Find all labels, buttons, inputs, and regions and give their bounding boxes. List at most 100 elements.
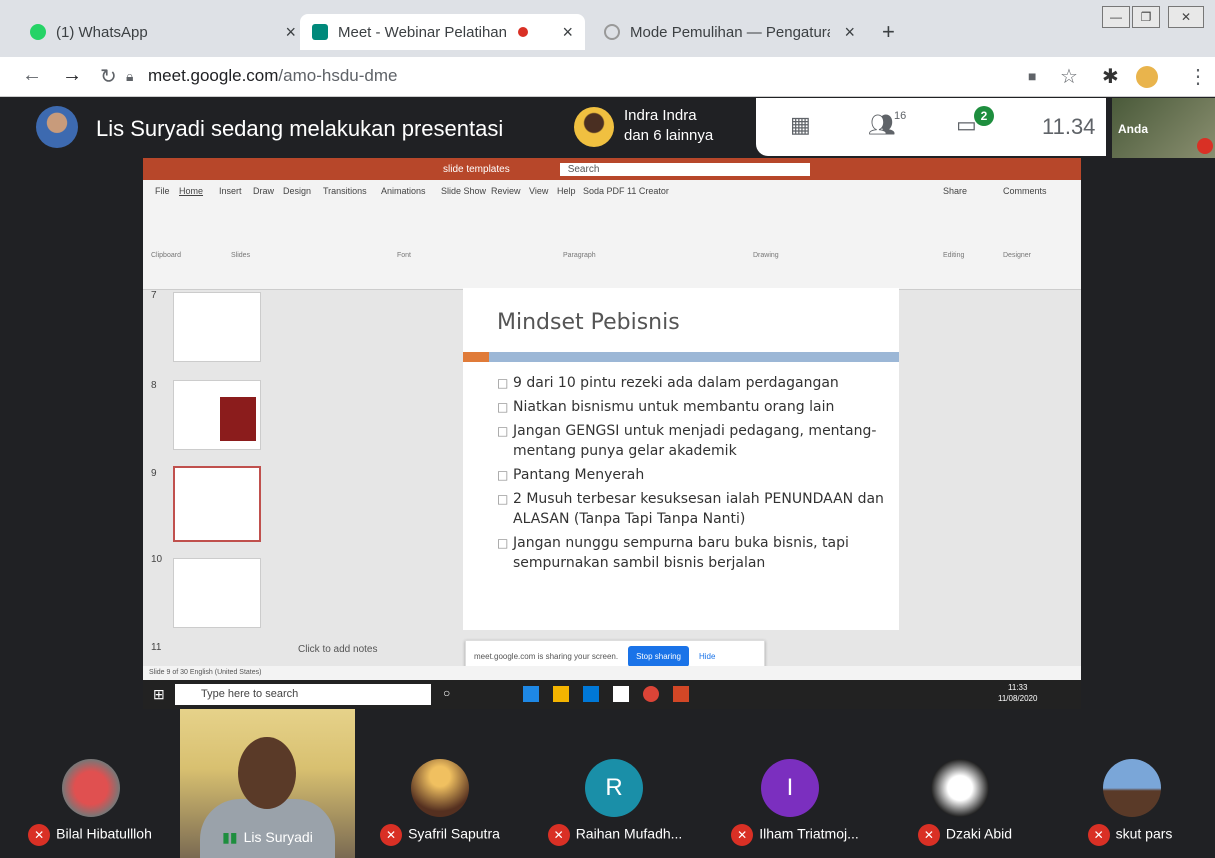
participant-label: ✕ skut pars bbox=[1045, 824, 1215, 846]
clock: 11.34 bbox=[1042, 114, 1096, 139]
slide-canvas[interactable]: Mindset Pebisnis 9 dari 10 pintu rezeki … bbox=[463, 288, 899, 630]
search-box[interactable]: Search bbox=[559, 162, 810, 176]
taskbar-search[interactable]: Type here to search bbox=[175, 684, 431, 705]
participant-count: 16 bbox=[894, 110, 907, 122]
ribbon-tab-file[interactable]: File bbox=[155, 186, 170, 196]
restore-button[interactable]: ❐ bbox=[1132, 6, 1160, 28]
tab-title: Meet - Webinar Pelatihan Pe bbox=[338, 23, 508, 41]
participant-tile-speaking[interactable]: ▮▮ Lis Suryadi bbox=[180, 709, 355, 858]
store-icon[interactable] bbox=[613, 686, 629, 702]
video-person bbox=[238, 737, 296, 809]
taskbar-clock: 11:33 11/08/2020 bbox=[998, 682, 1037, 704]
avatar bbox=[1103, 759, 1161, 817]
tab-meet[interactable]: Meet - Webinar Pelatihan Pe × bbox=[300, 14, 585, 50]
participant-tile[interactable]: R ✕ Raihan Mufadh... bbox=[525, 709, 705, 858]
ribbon-tab-soda[interactable]: Soda PDF 11 Creator bbox=[583, 186, 669, 196]
browser-toolbar: ← → ↻ 🔒︎ meet.google.com/amo-hsdu-dme ■ … bbox=[0, 57, 1215, 97]
audio-level-icon: ▮▮ bbox=[222, 829, 238, 845]
participant-tile[interactable]: ✕ skut pars bbox=[1045, 709, 1215, 858]
ribbon-tab-animations[interactable]: Animations bbox=[381, 186, 426, 196]
close-icon[interactable]: × bbox=[844, 22, 855, 43]
participant-name: Lis Suryadi bbox=[243, 829, 313, 845]
people-icon[interactable]: 👥︎ bbox=[868, 112, 896, 138]
ribbon: File Home Insert Draw Design Transitions… bbox=[143, 180, 1081, 290]
cortana-icon[interactable]: ○ bbox=[443, 686, 459, 702]
share-button[interactable]: Share bbox=[943, 186, 967, 196]
reload-icon[interactable]: ↻ bbox=[100, 64, 117, 89]
group-label: Designer bbox=[1003, 252, 1032, 259]
slide-accent-bar bbox=[463, 352, 489, 362]
participant-tile[interactable]: ✕ Syafril Saputra bbox=[355, 709, 525, 858]
tab-recovery[interactable]: Mode Pemulihan — Pengaturan × bbox=[592, 14, 867, 50]
mail-icon[interactable] bbox=[583, 686, 599, 702]
tab-title: (1) WhatsApp bbox=[56, 23, 148, 41]
close-icon[interactable]: × bbox=[562, 22, 573, 43]
notes-placeholder[interactable]: Click to add notes bbox=[298, 644, 378, 655]
extensions-icon[interactable]: ✱ bbox=[1102, 64, 1119, 89]
thumb-number: 8 bbox=[151, 380, 157, 391]
camera-icon[interactable]: ■ bbox=[1028, 68, 1036, 84]
chat-badge: 2 bbox=[974, 106, 994, 126]
ribbon-tab-view[interactable]: View bbox=[529, 186, 548, 196]
layout-icon[interactable]: ▦ bbox=[790, 112, 811, 138]
minimize-button[interactable]: — bbox=[1102, 6, 1130, 28]
address-bar[interactable]: meet.google.com/amo-hsdu-dme bbox=[148, 66, 397, 86]
participants-strip: ✕ Bilal Hibatullloh ▮▮ Lis Suryadi ✕ Syafri… bbox=[0, 709, 1215, 858]
whatsapp-icon bbox=[30, 24, 46, 40]
ribbon-tab-draw[interactable]: Draw bbox=[253, 186, 274, 196]
slide-thumbnail[interactable] bbox=[173, 558, 261, 628]
forward-icon[interactable]: → bbox=[62, 64, 82, 87]
stop-sharing-button[interactable]: Stop sharing bbox=[628, 645, 689, 667]
participant-tile[interactable]: ✕ Bilal Hibatullloh bbox=[0, 709, 180, 858]
slide-thumbnail[interactable] bbox=[173, 380, 261, 450]
chrome-icon[interactable] bbox=[643, 686, 659, 702]
taskbar-time: 11:33 bbox=[1008, 683, 1028, 692]
meet-icon bbox=[312, 24, 328, 40]
participant-label: ▮▮ Lis Suryadi bbox=[180, 829, 355, 846]
menu-icon[interactable]: ⋮ bbox=[1188, 64, 1208, 89]
close-icon[interactable]: × bbox=[285, 22, 296, 43]
browser-tab-strip: (1) WhatsApp × Meet - Webinar Pelatihan … bbox=[0, 0, 1215, 57]
slide-thumbnail-selected[interactable] bbox=[173, 466, 261, 542]
participant-tile[interactable]: ✕ Dzaki Abid bbox=[885, 709, 1045, 858]
slide-bullets: 9 dari 10 pintu rezeki ada dalam perdaga… bbox=[497, 373, 887, 577]
close-window-button[interactable]: ✕ bbox=[1168, 6, 1204, 28]
hide-button[interactable]: Hide bbox=[699, 652, 715, 661]
bullet: Pantang Menyerah bbox=[497, 465, 887, 485]
edge-icon[interactable] bbox=[523, 686, 539, 702]
participant-name: skut pars bbox=[1115, 825, 1173, 842]
mic-off-icon: ✕ bbox=[380, 824, 403, 846]
ribbon-tab-slideshow[interactable]: Slide Show bbox=[441, 186, 486, 196]
back-icon[interactable]: ← bbox=[22, 64, 42, 87]
thumb-number: 11 bbox=[151, 642, 162, 653]
slide-accent-bar bbox=[489, 352, 899, 362]
slide-thumbnail[interactable] bbox=[173, 292, 261, 362]
new-tab-button[interactable]: + bbox=[870, 14, 910, 50]
ribbon-tab-review[interactable]: Review bbox=[491, 186, 521, 196]
ribbon-tab-transitions[interactable]: Transitions bbox=[323, 186, 367, 196]
avatar: I bbox=[761, 759, 819, 817]
profile-avatar[interactable] bbox=[1136, 66, 1158, 88]
avatar bbox=[62, 759, 120, 817]
plus-icon: + bbox=[882, 19, 895, 44]
star-icon[interactable]: ☆ bbox=[1060, 64, 1078, 89]
pinned-participant[interactable]: Indra Indra dan 6 lainnya bbox=[566, 98, 756, 158]
windows-start-icon[interactable]: ⊞ bbox=[153, 686, 165, 703]
tab-whatsapp[interactable]: (1) WhatsApp × bbox=[18, 14, 308, 50]
participant-label: ✕ Ilham Triatmoj... bbox=[705, 824, 885, 846]
powerpoint-icon[interactable] bbox=[673, 686, 689, 702]
ribbon-tab-insert[interactable]: Insert bbox=[219, 186, 242, 196]
ribbon-tab-help[interactable]: Help bbox=[557, 186, 576, 196]
participant-name: Ilham Triatmoj... bbox=[759, 825, 859, 842]
comments-button[interactable]: Comments bbox=[1003, 186, 1047, 196]
mic-off-icon: ✕ bbox=[731, 824, 754, 846]
powerpoint-titlebar: slide templates Search bbox=[143, 158, 1081, 180]
self-video-tile[interactable]: Anda bbox=[1112, 98, 1215, 158]
tab-title: Mode Pemulihan — Pengaturan bbox=[630, 23, 830, 41]
participant-tile[interactable]: I ✕ Ilham Triatmoj... bbox=[705, 709, 885, 858]
ribbon-tab-design[interactable]: Design bbox=[283, 186, 311, 196]
ribbon-tab-home[interactable]: Home bbox=[179, 186, 203, 196]
explorer-icon[interactable] bbox=[553, 686, 569, 702]
recording-icon bbox=[518, 27, 528, 37]
presenting-banner: Lis Suryadi sedang melakukan presentasi bbox=[96, 116, 504, 141]
